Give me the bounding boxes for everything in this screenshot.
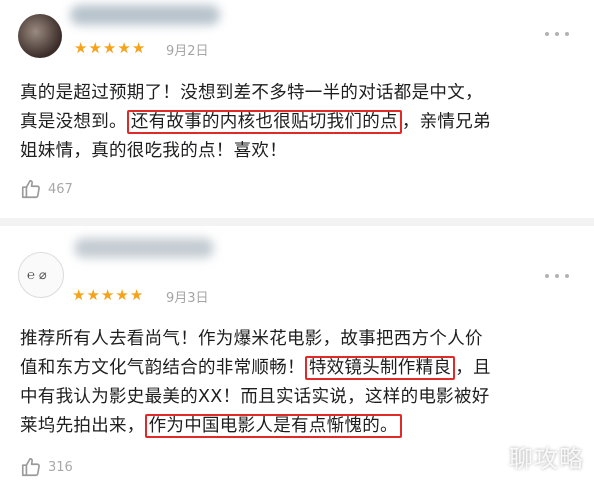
text-line: 真的是超过预期了！没想到差不多特一半的对话都是中文，	[20, 83, 483, 103]
username-blurred	[70, 5, 220, 25]
star-icon: ★	[131, 39, 146, 57]
star-icon: ★	[102, 39, 117, 57]
more-dots-icon[interactable]	[544, 28, 570, 40]
text-line: 中有我认为影史最美的XX！而且实话实说，这样的电影被好	[20, 387, 490, 407]
like-count: 316	[48, 459, 73, 475]
avatar[interactable]: ℮ ⌀	[18, 252, 64, 298]
star-icon: ★	[100, 286, 115, 304]
review-date: 9月3日	[166, 291, 209, 306]
star-rating: ★ ★ ★ ★ ★	[72, 287, 143, 303]
star-icon: ★	[88, 39, 102, 57]
like-button[interactable]: 467	[20, 178, 73, 200]
watermark: 聊攻略	[509, 445, 584, 473]
text-line: 值和东方文化气韵结合的非常顺畅！ 特效镜头制作精良 ，且	[20, 356, 491, 380]
avatar[interactable]	[18, 14, 62, 58]
avatar-sketch-icon: ℮ ⌀	[27, 268, 47, 283]
review-text: 推荐所有人去看尚气！作为爆米花电影，故事把西方个人价 值和东方文化气韵结合的非常…	[20, 325, 491, 441]
like-count: 467	[48, 181, 73, 197]
highlight-box: 还有故事的内核也很贴切我们的点	[126, 110, 402, 134]
thumbs-up-icon	[20, 456, 42, 478]
divider	[0, 218, 594, 226]
star-icon: ★	[117, 39, 131, 57]
review-text: 真的是超过预期了！没想到差不多特一半的对话都是中文， 真是没想到。 还有故事的内核…	[20, 79, 491, 166]
more-dots-icon[interactable]	[544, 270, 570, 282]
text-line: 推荐所有人去看尚气！作为爆米花电影，故事把西方个人价	[20, 329, 483, 349]
text-line: 姐妹情，真的很吃我的点！喜欢！	[20, 141, 287, 161]
star-icon: ★	[74, 39, 88, 57]
star-icon: ★	[72, 286, 86, 304]
text-line: 真是没想到。 还有故事的内核也很贴切我们的点 ，亲情兄弟	[20, 110, 491, 134]
thumbs-up-icon	[20, 178, 42, 200]
like-button[interactable]: 316	[20, 456, 73, 478]
username-blurred	[74, 238, 214, 258]
highlight-box: 特效镜头制作精良	[304, 356, 456, 380]
star-icon: ★	[115, 286, 129, 304]
star-icon: ★	[129, 286, 144, 304]
text-line: 莱坞先拍出来， 作为中国电影人是有点惭愧的。	[20, 412, 491, 441]
review-date: 9月2日	[166, 44, 209, 59]
star-rating: ★ ★ ★ ★ ★	[74, 40, 145, 56]
star-icon: ★	[86, 286, 100, 304]
highlight-box: 作为中国电影人是有点惭愧的。	[144, 414, 402, 438]
